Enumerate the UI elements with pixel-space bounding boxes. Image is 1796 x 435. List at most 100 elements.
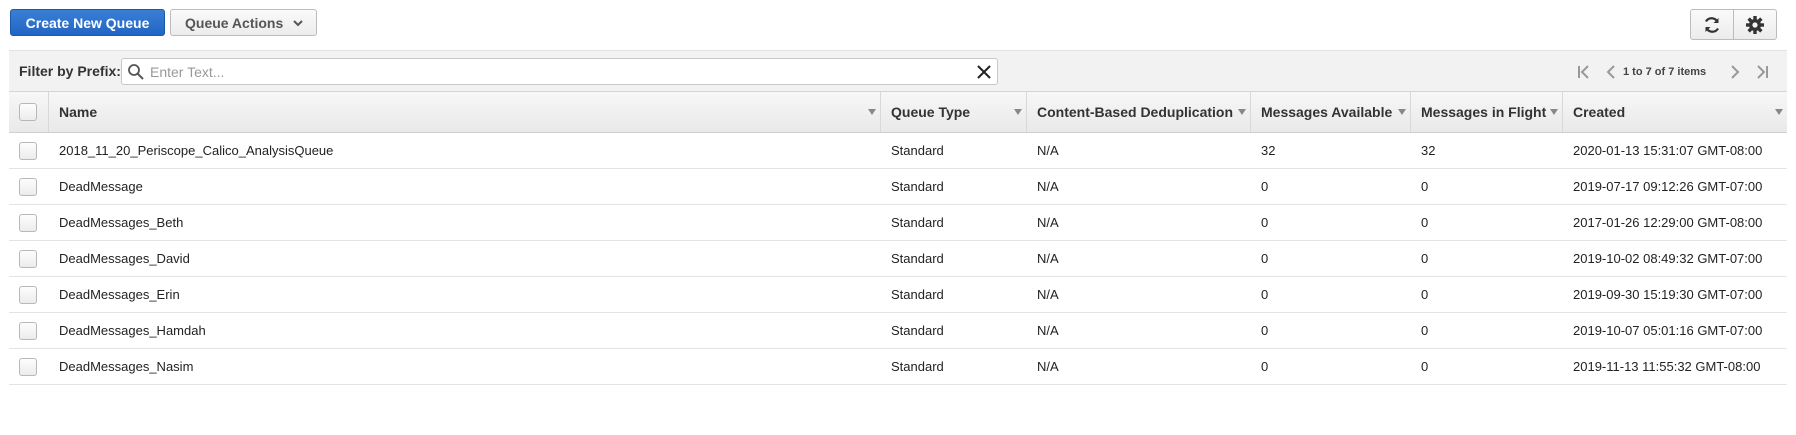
messages-available: 32 [1261,143,1276,158]
first-page-icon[interactable] [1576,63,1592,81]
row-select-cell [9,133,49,168]
previous-page-icon[interactable] [1605,63,1617,81]
queue-type: Standard [891,251,944,266]
queue-type: Standard [891,359,944,374]
create-new-queue-button[interactable]: Create New Queue [10,9,165,36]
sort-icon [1550,109,1558,115]
filter-bar: Filter by Prefix: 1 to 7 of 7 items [9,50,1787,91]
row-select-cell [9,169,49,204]
sort-icon [868,109,876,115]
row-select-cell [9,241,49,276]
messages-in-flight: 32 [1421,143,1436,158]
queue-type: Standard [891,215,944,230]
queue-name[interactable]: DeadMessages_Beth [49,205,881,240]
dedup-value: N/A [1037,287,1059,302]
dedup-value: N/A [1037,179,1059,194]
table-row[interactable]: DeadMessages_Beth Standard N/A 0 0 2017-… [9,205,1787,241]
table-row[interactable]: DeadMessages_Nasim Standard N/A 0 0 2019… [9,349,1787,385]
dedup-value: N/A [1037,323,1059,338]
queue-type: Standard [891,143,944,158]
created-date: 2019-11-13 11:55:32 GMT-08:00 [1573,359,1761,374]
settings-button[interactable] [1733,9,1777,40]
created-date: 2019-07-17 09:12:26 GMT-07:00 [1573,179,1763,194]
column-header-label: Content-Based Deduplication [1037,104,1234,120]
row-select-cell [9,277,49,312]
queue-name[interactable]: 2018_11_20_Periscope_Calico_AnalysisQueu… [49,133,881,168]
messages-available: 0 [1261,179,1269,194]
messages-in-flight: 0 [1421,287,1429,302]
queue-name[interactable]: DeadMessages_Nasim [49,349,881,384]
table-row[interactable]: DeadMessages_David Standard N/A 0 0 2019… [9,241,1787,277]
row-checkbox[interactable] [19,141,37,160]
queue-type: Standard [891,323,944,338]
last-page-icon[interactable] [1754,63,1770,81]
sort-icon [1398,109,1406,115]
dedup-value: N/A [1037,359,1059,374]
dedup-value: N/A [1037,251,1059,266]
select-all-checkbox[interactable] [19,103,37,121]
row-checkbox[interactable] [19,177,37,196]
table-row[interactable]: DeadMessages_Erin Standard N/A 0 0 2019-… [9,277,1787,313]
table-header: Name Queue Type Content-Based Deduplicat… [9,91,1787,133]
created-date: 2020-01-13 15:31:07 GMT-08:00 [1573,143,1763,158]
dedup-value: N/A [1037,143,1059,158]
messages-in-flight: 0 [1421,323,1429,338]
column-header-created[interactable]: Created [1563,92,1787,132]
messages-available: 0 [1261,359,1269,374]
chevron-down-icon [293,20,303,27]
table-row[interactable]: 2018_11_20_Periscope_Calico_AnalysisQueu… [9,133,1787,169]
messages-available: 0 [1261,323,1269,338]
created-date: 2019-09-30 15:19:30 GMT-07:00 [1573,287,1763,302]
next-page-icon[interactable] [1729,63,1741,81]
filter-input[interactable] [148,61,958,82]
messages-in-flight: 0 [1421,359,1429,374]
queue-type: Standard [891,287,944,302]
refresh-button[interactable] [1690,9,1734,40]
queue-name[interactable]: DeadMessages_Erin [49,277,881,312]
column-header-messages-available[interactable]: Messages Available [1251,92,1411,132]
row-select-cell [9,313,49,348]
column-header-dedup[interactable]: Content-Based Deduplication [1027,92,1251,132]
column-header-label: Queue Type [891,104,971,120]
row-checkbox[interactable] [19,321,37,340]
refresh-icon [1705,16,1719,33]
table-body: 2018_11_20_Periscope_Calico_AnalysisQueu… [9,133,1787,385]
gear-icon [1746,15,1764,34]
table-row[interactable]: DeadMessage Standard N/A 0 0 2019-07-17 … [9,169,1787,205]
row-checkbox[interactable] [19,249,37,268]
queue-actions-button[interactable]: Queue Actions [170,9,317,36]
column-header-label: Messages in Flight [1421,104,1547,120]
queue-table: Name Queue Type Content-Based Deduplicat… [9,91,1787,385]
messages-available: 0 [1261,287,1269,302]
created-date: 2017-01-26 12:29:00 GMT-08:00 [1573,215,1763,230]
close-icon[interactable] [975,63,993,81]
created-date: 2019-10-02 08:49:32 GMT-07:00 [1573,251,1763,266]
created-date: 2019-10-07 05:01:16 GMT-07:00 [1573,323,1763,338]
row-select-cell [9,205,49,240]
column-header-queue-type[interactable]: Queue Type [881,92,1027,132]
messages-available: 0 [1261,215,1269,230]
row-checkbox[interactable] [19,357,37,376]
messages-in-flight: 0 [1421,215,1429,230]
column-header-label: Messages Available [1261,104,1393,120]
queue-name[interactable]: DeadMessages_Hamdah [49,313,881,348]
queue-name[interactable]: DeadMessages_David [49,241,881,276]
row-select-cell [9,349,49,384]
column-header-label: Name [59,104,98,120]
sort-icon [1238,109,1246,115]
sort-icon [1014,109,1022,115]
column-header-name[interactable]: Name [49,92,881,132]
row-checkbox[interactable] [19,213,37,232]
table-row[interactable]: DeadMessages_Hamdah Standard N/A 0 0 201… [9,313,1787,349]
search-icon [128,64,144,80]
sort-icon [1775,109,1783,115]
column-header-messages-in-flight[interactable]: Messages in Flight [1411,92,1563,132]
row-checkbox[interactable] [19,285,37,304]
filter-label: Filter by Prefix: [19,63,121,79]
messages-in-flight: 0 [1421,251,1429,266]
toolbar: Create New Queue Queue Actions [0,0,1796,46]
filter-field[interactable] [121,58,998,85]
queue-name[interactable]: DeadMessage [49,169,881,204]
messages-available: 0 [1261,251,1269,266]
dedup-value: N/A [1037,215,1059,230]
